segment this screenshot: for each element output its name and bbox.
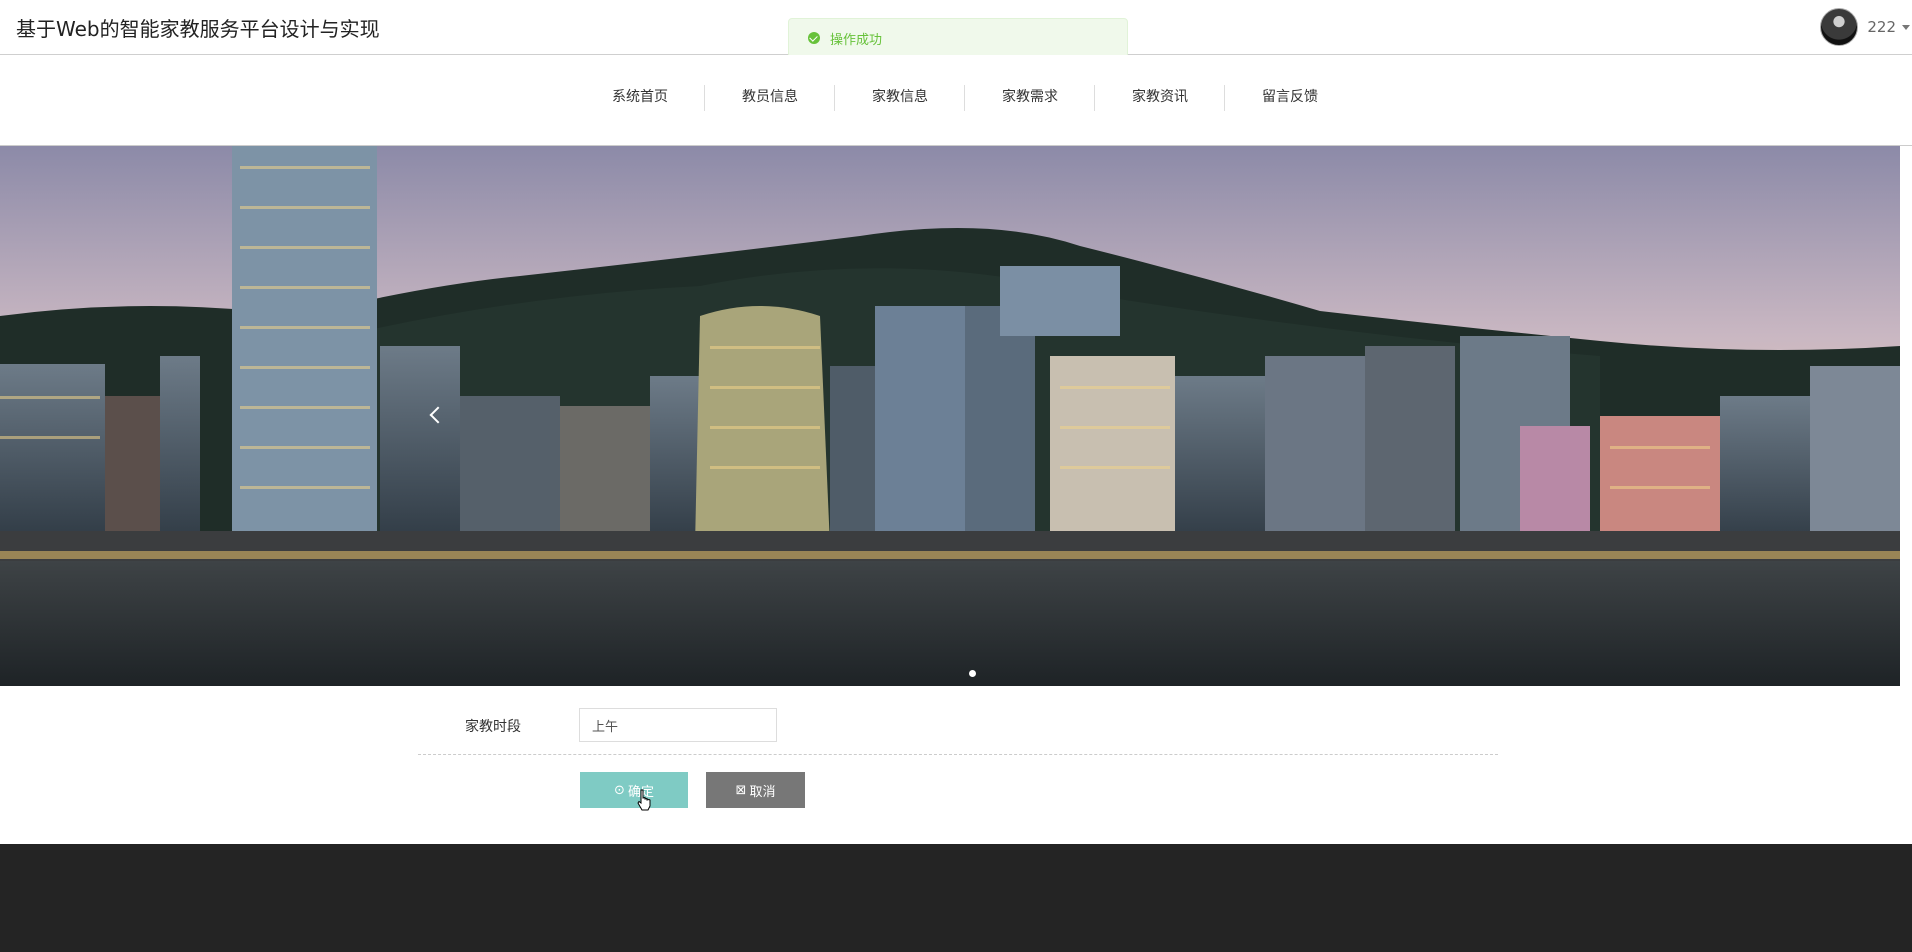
cancel-label: 取消 <box>749 784 776 800</box>
tutoring-period-label: 家教时段 <box>465 719 521 735</box>
nav-item-tutoring-news[interactable]: 家教资讯 <box>1095 79 1225 115</box>
nav-list: 系统首页 教员信息 家教信息 家教需求 家教资讯 留言反馈 <box>575 85 1355 115</box>
confirm-button[interactable]: ⊙ 确定 <box>580 772 688 808</box>
nav-label[interactable]: 家教需求 <box>1002 89 1058 105</box>
toast-message: 操作成功 <box>830 32 883 48</box>
avatar[interactable] <box>1820 8 1859 46</box>
tutoring-period-input[interactable] <box>579 708 777 742</box>
user-menu[interactable]: 222 <box>1820 8 1912 46</box>
main-nav: 系统首页 教员信息 家教信息 家教需求 家教资讯 留言反馈 <box>0 55 1912 146</box>
site-title: 基于Web的智能家教服务平台设计与实现 <box>16 17 380 41</box>
form-row-tutoring-period: 家教时段 <box>418 700 1498 755</box>
city-skyline-image <box>0 146 1900 686</box>
page-footer <box>0 844 1912 952</box>
success-toast: 操作成功 <box>788 18 1128 58</box>
nav-label[interactable]: 教员信息 <box>742 89 798 105</box>
nav-item-tutoring-info[interactable]: 家教信息 <box>835 79 965 115</box>
success-check-icon <box>808 32 820 44</box>
cancel-button[interactable]: ⊠ 取消 <box>706 772 805 808</box>
nav-item-home[interactable]: 系统首页 <box>575 79 705 115</box>
nav-label[interactable]: 留言反馈 <box>1262 89 1318 105</box>
carousel-prev-arrow-icon[interactable] <box>424 404 448 428</box>
nav-item-teacher-info[interactable]: 教员信息 <box>705 79 835 115</box>
nav-label[interactable]: 家教信息 <box>872 89 928 105</box>
check-circle-icon: ⊙ <box>614 782 625 798</box>
nav-label[interactable]: 系统首页 <box>612 89 668 105</box>
hand-pointer-cursor-icon <box>637 789 651 811</box>
nav-item-feedback[interactable]: 留言反馈 <box>1225 79 1355 115</box>
close-square-icon: ⊠ <box>735 782 747 798</box>
carousel-indicator-dot[interactable] <box>969 670 976 677</box>
banner-carousel[interactable] <box>0 146 1900 686</box>
username[interactable]: 222 <box>1867 18 1896 36</box>
nav-item-tutoring-demand[interactable]: 家教需求 <box>965 79 1095 115</box>
nav-label[interactable]: 家教资讯 <box>1132 89 1188 105</box>
chevron-down-icon[interactable] <box>1902 24 1910 30</box>
